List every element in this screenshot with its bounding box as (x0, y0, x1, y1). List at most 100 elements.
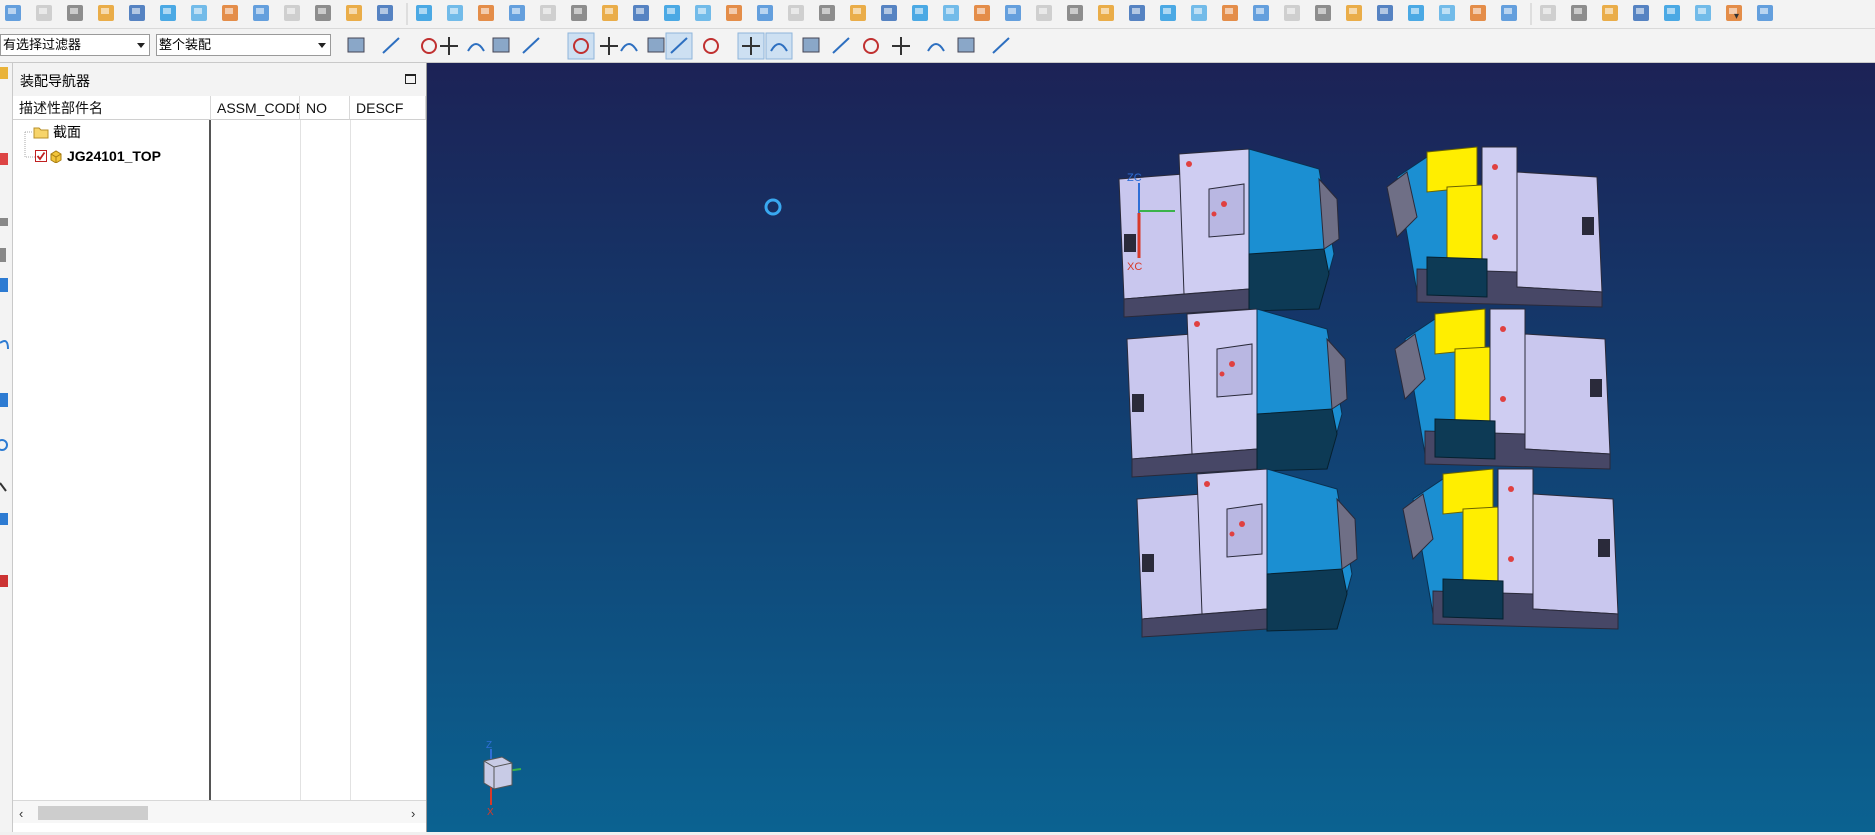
checkbox-checked-icon[interactable] (35, 150, 47, 162)
selection-tool-icon[interactable] (522, 37, 540, 54)
toolbar-tool-icon[interactable] (1005, 5, 1021, 21)
wcs-xc-label: XC (1127, 261, 1142, 273)
selection-tool-icon[interactable] (647, 37, 665, 53)
toolbar-tool-icon[interactable] (1757, 5, 1773, 21)
tree-row-label: JG24101_TOP (67, 148, 161, 164)
selection-tool-icon[interactable] (600, 37, 618, 55)
selection-tool-icon[interactable] (892, 37, 910, 55)
selection-tool-icon[interactable] (421, 38, 437, 54)
maximize-icon[interactable] (405, 74, 416, 84)
toolbar-tool-icon[interactable] (67, 5, 83, 21)
toolbar-tool-icon[interactable] (726, 5, 742, 21)
toolbar-tool-icon[interactable] (509, 5, 525, 21)
toolbar-tool-icon[interactable] (664, 5, 680, 21)
selection-tool-icon[interactable] (382, 37, 400, 54)
toolbar-tool-icon[interactable] (1067, 5, 1083, 21)
scrollbar-thumb[interactable] (38, 806, 148, 820)
toolbar-tool-icon[interactable] (881, 5, 897, 21)
toolbar-tool-icon[interactable] (1098, 5, 1114, 21)
tree-row-top-assembly[interactable]: JG24101_TOP (13, 144, 208, 168)
toolbar-tool-icon[interactable] (1377, 5, 1393, 21)
selection-toolbar: 有选择过滤器 整个装配 (0, 29, 1875, 63)
selection-tool-icon[interactable] (492, 37, 510, 53)
toolbar-tool-icon[interactable] (1695, 5, 1711, 21)
selection-tool-icon[interactable] (765, 32, 793, 60)
scroll-right-icon[interactable]: › (411, 806, 415, 821)
assembly-scope-dropdown[interactable]: 整个装配 (156, 34, 331, 56)
toolbar-tool-icon[interactable] (1501, 5, 1517, 21)
toolbar-tool-icon[interactable] (1470, 5, 1486, 21)
toolbar-tool-icon[interactable] (1315, 5, 1331, 21)
toolbar-tool-icon[interactable] (788, 5, 804, 21)
selection-filter-dropdown[interactable]: 有选择过滤器 (0, 34, 150, 56)
selection-tool-icon[interactable] (863, 38, 879, 54)
toolbar-tool-icon[interactable] (540, 5, 556, 21)
toolbar-tool-icon[interactable] (1160, 5, 1176, 21)
toolbar-tool-icon[interactable] (602, 5, 618, 21)
scroll-left-icon[interactable]: ‹ (19, 806, 23, 821)
toolbar-tool-icon[interactable] (253, 5, 269, 21)
toolbar-tool-icon[interactable] (571, 5, 587, 21)
toolbar-tool-icon[interactable] (633, 5, 649, 21)
toolbar-tool-icon[interactable] (315, 5, 331, 21)
toolbar-tool-icon[interactable] (1036, 5, 1052, 21)
selection-tool-icon[interactable] (440, 37, 458, 55)
toolbar-tool-icon[interactable] (943, 5, 959, 21)
selection-tool-icon[interactable] (620, 43, 638, 52)
toolbar-tool-icon[interactable] (974, 5, 990, 21)
selection-tool-icon[interactable] (927, 43, 945, 52)
toolbar-tool-icon[interactable] (1571, 5, 1587, 21)
toolbar-tool-icon[interactable] (1540, 5, 1556, 21)
toolbar-tool-icon[interactable] (850, 5, 866, 21)
column-header-description[interactable]: DESCF (350, 96, 426, 120)
selection-tool-icon[interactable] (703, 38, 719, 54)
graphics-window[interactable]: ZC XC Z X (427, 63, 1875, 832)
selection-tool-icon[interactable] (567, 32, 595, 60)
toolbar-tool-icon[interactable] (478, 5, 494, 21)
toolbar-tool-icon[interactable] (5, 5, 21, 21)
toolbar-tool-icon[interactable] (447, 5, 463, 21)
toolbar-tool-icon[interactable] (160, 5, 176, 21)
toolbar-tool-icon[interactable] (1253, 5, 1269, 21)
toolbar-tool-icon[interactable] (819, 5, 835, 21)
toolbar-tool-icon[interactable] (1346, 5, 1362, 21)
toolbar-tool-icon[interactable] (191, 5, 207, 21)
toolbar-tool-icon[interactable] (1129, 5, 1145, 21)
horizontal-scrollbar[interactable]: ‹ › (13, 800, 426, 823)
toolbar-tool-icon[interactable] (1408, 5, 1424, 21)
toolbar-tool-icon[interactable] (1284, 5, 1300, 21)
toolbar-tool-icon[interactable] (222, 5, 238, 21)
toolbar-tool-icon[interactable] (1439, 5, 1455, 21)
selection-tool-icon[interactable] (802, 37, 820, 53)
toolbar-tool-icon[interactable] (377, 5, 393, 21)
selection-tool-icon[interactable] (347, 37, 365, 53)
column-header-assm-code[interactable]: ASSM_CODE (211, 96, 300, 120)
tree-row-section[interactable]: 截面 (13, 120, 208, 144)
toolbar-tool-icon[interactable] (1191, 5, 1207, 21)
toolbar-tool-icon[interactable] (1222, 5, 1238, 21)
column-header-no[interactable]: NO (300, 96, 350, 120)
folder-icon (33, 127, 49, 139)
toolbar-tool-icon[interactable] (695, 5, 711, 21)
toolbar-tool-icon[interactable] (284, 5, 300, 21)
selection-tool-icon[interactable] (992, 37, 1010, 54)
toolbar-tool-icon[interactable] (129, 5, 145, 21)
main-toolbar: ▾ (0, 0, 1875, 29)
selection-tool-icon[interactable] (665, 32, 693, 60)
selection-tool-icon[interactable] (957, 37, 975, 53)
toolbar-tool-icon[interactable] (98, 5, 114, 21)
toolbar-tool-icon[interactable] (912, 5, 928, 21)
toolbar-tool-icon[interactable] (346, 5, 362, 21)
selection-tool-icon[interactable] (832, 37, 850, 54)
main-toolbar-icons: ▾ (5, 3, 1773, 25)
toolbar-tool-icon[interactable] (757, 5, 773, 21)
toolbar-tool-icon[interactable] (1602, 5, 1618, 21)
toolbar-tool-icon[interactable] (36, 5, 52, 21)
toolbar-tool-icon[interactable] (416, 5, 432, 21)
toolbar-tool-icon[interactable] (1633, 5, 1649, 21)
triad-z-label: Z (486, 740, 492, 751)
selection-tool-icon[interactable] (467, 43, 485, 52)
selection-tool-icon[interactable] (737, 32, 765, 60)
column-header-part-name[interactable]: 描述性部件名 (13, 96, 211, 120)
toolbar-tool-icon[interactable] (1664, 5, 1680, 21)
